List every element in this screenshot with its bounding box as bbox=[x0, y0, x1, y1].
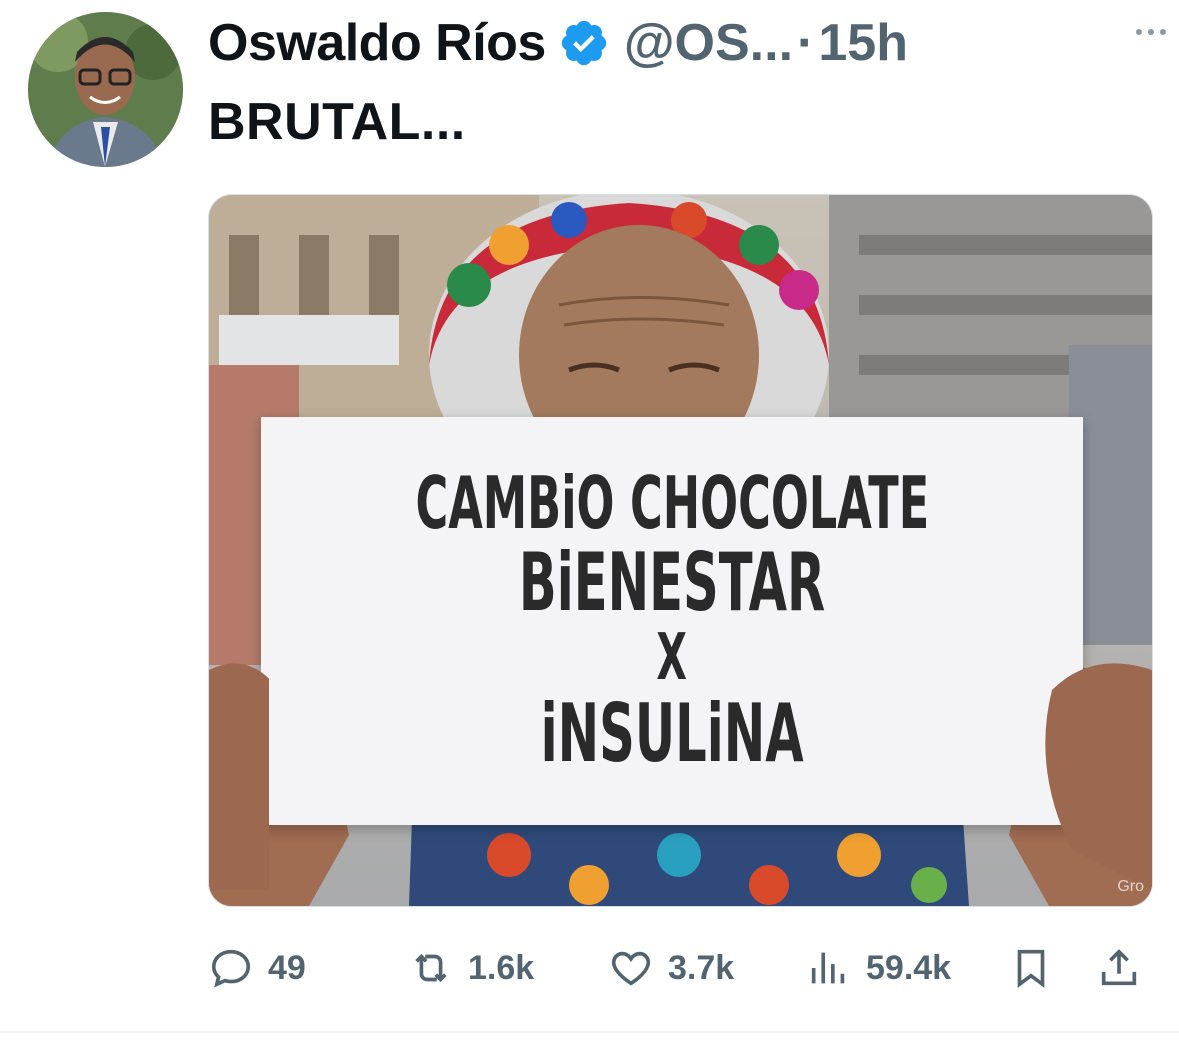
retweet-count: 1.6k bbox=[468, 948, 535, 987]
sign-line: BiENESTAR bbox=[518, 536, 826, 630]
retweet-icon bbox=[415, 953, 447, 983]
views-count: 59.4k bbox=[866, 948, 952, 987]
like-count: 3.7k bbox=[668, 948, 735, 987]
like-icon bbox=[611, 951, 651, 986]
avatar[interactable] bbox=[28, 12, 183, 167]
protest-sign: CAMBiO CHOCOLATE BiENESTAR X iNSULiNA bbox=[261, 417, 1083, 825]
tweet-text: BRUTAL... bbox=[208, 93, 466, 151]
views-button[interactable]: 59.4k bbox=[806, 945, 951, 991]
like-button[interactable]: 3.7k bbox=[608, 945, 734, 991]
reply-icon bbox=[211, 949, 251, 988]
author-name[interactable]: Oswaldo Ríos bbox=[208, 13, 546, 73]
reply-button[interactable]: 49 bbox=[208, 945, 306, 991]
divider bbox=[0, 1031, 1179, 1033]
separator-dot: · bbox=[797, 14, 815, 72]
sign-line: X bbox=[656, 621, 688, 696]
tweet-image[interactable]: CAMBiO CHOCOLATE BiENESTAR X iNSULiNA Gr… bbox=[208, 194, 1153, 907]
watermark: Gro bbox=[1117, 878, 1144, 895]
timestamp[interactable]: 15h bbox=[818, 13, 908, 73]
reply-count: 49 bbox=[268, 948, 306, 987]
author-handle[interactable]: @OS... bbox=[624, 13, 793, 73]
bookmark-icon[interactable] bbox=[1008, 945, 1054, 991]
sign-line: iNSULiNA bbox=[540, 687, 804, 781]
views-icon bbox=[811, 952, 845, 984]
more-icon[interactable] bbox=[1127, 12, 1175, 52]
retweet-button[interactable]: 1.6k bbox=[408, 945, 534, 991]
sign-line: CAMBiO CHOCOLATE bbox=[415, 460, 929, 545]
share-icon[interactable] bbox=[1096, 945, 1142, 991]
tweet-header: Oswaldo Ríos @OS... · 15h bbox=[208, 8, 1159, 78]
action-bar: 49 1.6k 3.7k 59.4k bbox=[208, 938, 1151, 998]
verified-icon bbox=[561, 20, 607, 66]
